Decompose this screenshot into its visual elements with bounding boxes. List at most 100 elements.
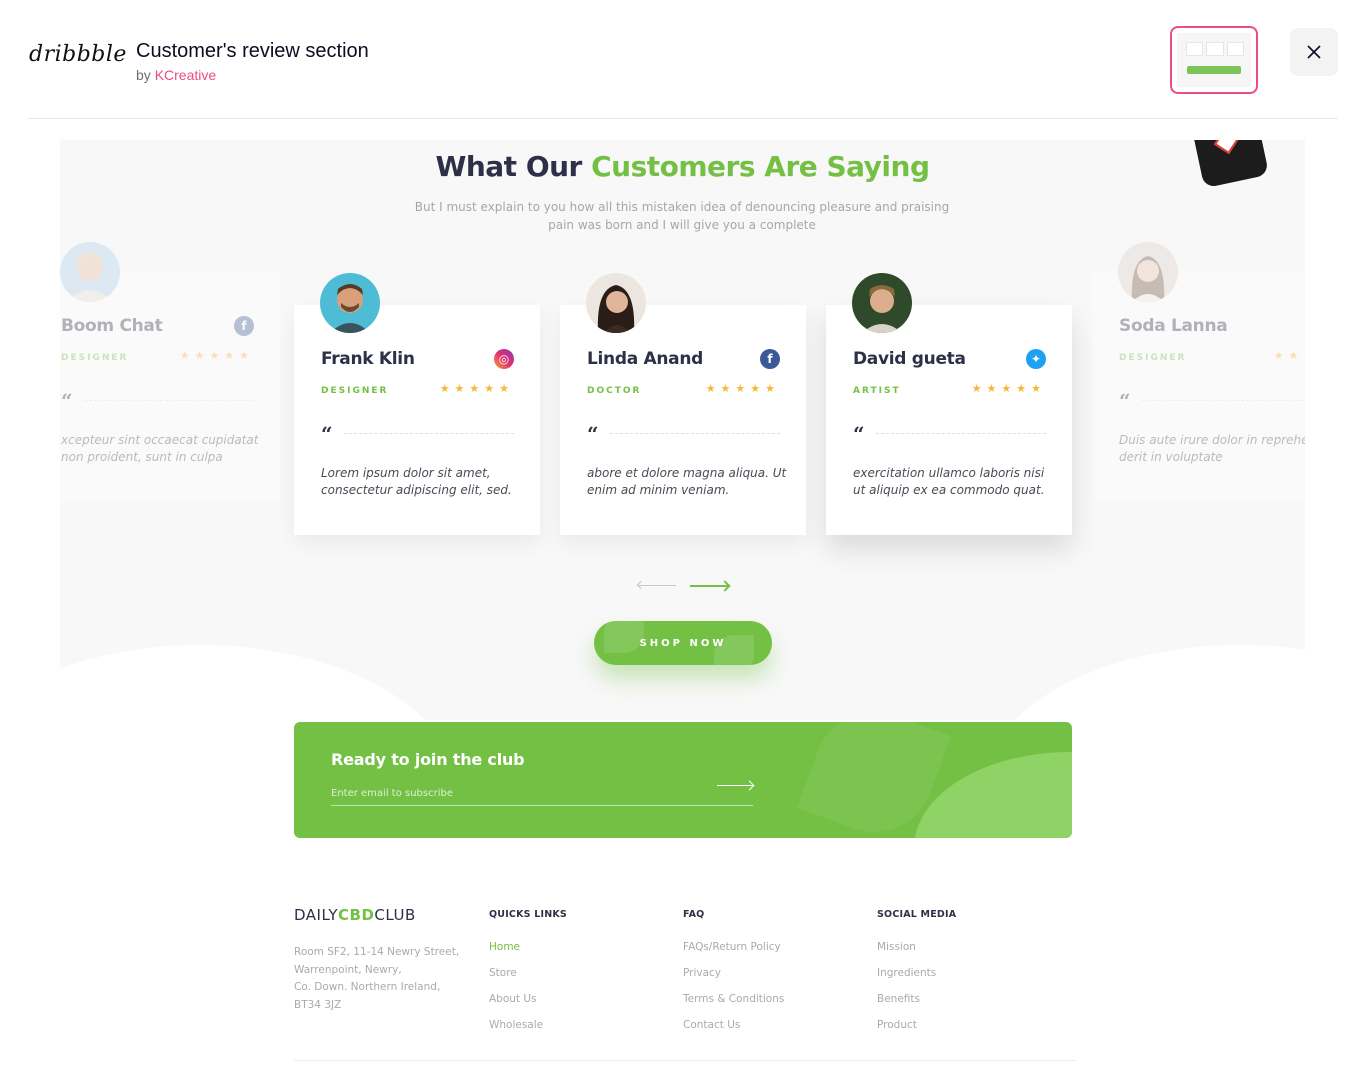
brand-part-cbd: CBD [338, 906, 375, 924]
quote-icon: “ [61, 389, 73, 413]
rating-stars: ★★★★★ [1273, 349, 1305, 362]
quote-divider [1142, 400, 1305, 401]
quote-divider [344, 433, 514, 434]
subtitle-line-1: But I must explain to you how all this m… [414, 200, 950, 214]
footer-divider [294, 1060, 1076, 1061]
reviewer-name: Frank Klin [321, 349, 415, 369]
review-card-linda-anand: Linda Anand f DOCTOR ★★★★★ “ abore et do… [560, 273, 806, 535]
thumbnail-banner [1187, 66, 1241, 74]
section-title-green: Customers Are Saying [591, 150, 930, 183]
avatar [1118, 242, 1178, 302]
reviewer-role: DOCTOR [587, 386, 642, 396]
club-title: Ready to join the club [331, 750, 525, 769]
quote-icon: “ [587, 422, 599, 446]
review-text: exercitation ullamco laboris nisi ut ali… [853, 466, 1045, 497]
reviewer-name: Linda Anand [587, 349, 704, 369]
facebook-icon[interactable]: f [760, 349, 780, 369]
footer-link-ingredients[interactable]: Ingredients [877, 967, 956, 993]
footer-link-store[interactable]: Store [489, 967, 567, 993]
address-line: Warrenpoint, Newry, [294, 963, 402, 976]
review-card-frank-klin: Frank Klin ◎ DESIGNER ★★★★★ “ Lorem ipsu… [294, 273, 540, 535]
shot-author-line: by KCreative [136, 67, 216, 83]
review-text: xcepteur sint occaecat cupidatat non pro… [61, 433, 259, 464]
brand-part-daily: DAILY [294, 906, 338, 924]
rating-stars: ★★★★★ [179, 349, 254, 362]
email-subscribe-input[interactable] [331, 782, 753, 806]
leaf-decoration [604, 621, 644, 653]
footer-brand-logo[interactable]: DAILYCBDCLUB [294, 906, 416, 924]
twitter-icon[interactable]: ✦ [1026, 349, 1046, 369]
review-text: Duis aute irure dolor in reprehen derit … [1119, 433, 1305, 464]
shot-title: Customer's review section [136, 40, 369, 62]
quote-divider [610, 433, 780, 434]
review-text: abore et dolore magna aliqua. Ut enim ad… [587, 466, 787, 497]
footer-column-faq: FAQ FAQs/Return Policy Privacy Terms & C… [683, 909, 784, 1045]
shop-now-label: SHOP NOW [639, 637, 727, 649]
review-text: Lorem ipsum dolor sit amet, consectetur … [321, 466, 512, 497]
footer-link-faqs-return-policy[interactable]: FAQs/Return Policy [683, 941, 784, 967]
reviewer-name: Boom Chat [61, 316, 163, 336]
footer-column-heading: FAQ [683, 909, 705, 920]
reviewer-role: DESIGNER [1119, 353, 1187, 363]
thumbnail-cards [1186, 42, 1244, 56]
arrow-right-icon[interactable] [690, 585, 728, 587]
rating-stars: ★★★★★ [971, 382, 1046, 395]
close-button[interactable] [1290, 28, 1338, 76]
subtitle-line-2: pain was born and I will give you a comp… [548, 218, 816, 232]
shop-now-button[interactable]: SHOP NOW [594, 621, 772, 665]
rating-stars: ★★★★★ [439, 382, 514, 395]
avatar [320, 273, 380, 333]
avatar [586, 273, 646, 333]
brand-part-club: CLUB [374, 906, 416, 924]
shot-thumbnail[interactable] [1170, 26, 1258, 94]
footer-column-heading: QUICKS LINKS [489, 909, 567, 920]
section-subtitle: But I must explain to you how all this m… [412, 198, 952, 234]
quote-divider [84, 400, 254, 401]
dribbble-logo[interactable]: dribbble [29, 42, 127, 67]
by-prefix: by [136, 67, 151, 83]
shot-canvas: What Our Customers Are Saying But I must… [60, 140, 1305, 1091]
footer-column-heading: SOCIAL MEDIA [877, 909, 957, 920]
slider-arrows [638, 582, 730, 590]
footer-link-product[interactable]: Product [877, 1019, 956, 1045]
dribbble-header: dribbble Customer's review section by KC… [0, 0, 1366, 119]
footer-link-mission[interactable]: Mission [877, 941, 956, 967]
reviewer-name: Soda Lanna [1119, 316, 1228, 336]
avatar [60, 242, 120, 302]
quote-icon: “ [853, 422, 865, 446]
footer-link-wholesale[interactable]: Wholesale [489, 1019, 567, 1045]
reviewer-role: DESIGNER [61, 353, 129, 363]
section-title-dark: What Our [435, 150, 582, 183]
rating-stars: ★★★★★ [705, 382, 780, 395]
reviewer-role: DESIGNER [321, 386, 389, 396]
footer-link-about-us[interactable]: About Us [489, 993, 567, 1019]
quote-divider [876, 433, 1046, 434]
avatar [852, 273, 912, 333]
footer-column-quick-links: QUICKS LINKS Home Store About Us Wholesa… [489, 909, 567, 1045]
subscribe-arrow-icon[interactable] [717, 785, 753, 786]
address-line: BT34 3JZ [294, 998, 342, 1011]
quote-icon: “ [1119, 389, 1131, 413]
footer-link-benefits[interactable]: Benefits [877, 993, 956, 1019]
author-link[interactable]: KCreative [155, 67, 216, 83]
footer-link-home[interactable]: Home [489, 941, 567, 967]
footer-link-privacy[interactable]: Privacy [683, 967, 784, 993]
section-title: What Our Customers Are Saying [60, 150, 1305, 183]
address-line: Room SF2, 11-14 Newry Street, [294, 946, 460, 958]
reviewer-name: David gueta [853, 349, 966, 369]
review-card-david-gueta: David gueta ✦ ARTIST ★★★★★ “ exercitatio… [826, 273, 1072, 535]
instagram-icon[interactable]: ◎ [494, 349, 514, 369]
quote-icon: “ [321, 422, 333, 446]
reviewer-role: ARTIST [853, 386, 901, 396]
arrow-left-icon[interactable] [638, 585, 676, 586]
footer-column-social-media: SOCIAL MEDIA Mission Ingredients Benefit… [877, 909, 956, 1045]
join-club-banner: Ready to join the club [294, 722, 1072, 838]
footer-address: Room SF2, 11-14 Newry Street, Warrenpoin… [294, 944, 464, 1014]
address-line: Co. Down. Northern Ireland, [294, 981, 441, 993]
footer-link-contact-us[interactable]: Contact Us [683, 1019, 784, 1045]
facebook-icon[interactable]: f [234, 316, 254, 336]
footer-link-terms[interactable]: Terms & Conditions [683, 993, 784, 1019]
header-divider [28, 118, 1338, 119]
review-card-soda-lanna: Soda Lanna f DESIGNER ★★★★★ “ Duis aute … [1092, 242, 1305, 502]
close-icon [1307, 45, 1321, 59]
